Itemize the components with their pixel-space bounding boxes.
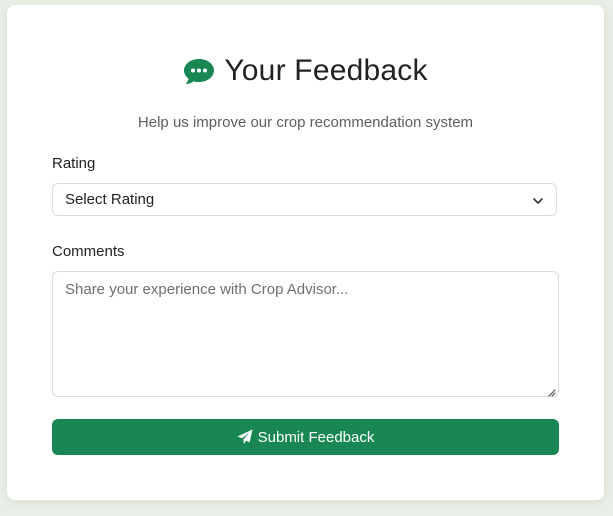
title-row: Your Feedback bbox=[7, 51, 604, 91]
submit-button-label: Submit Feedback bbox=[257, 428, 375, 446]
page-title: Your Feedback bbox=[224, 54, 428, 87]
resize-handle-icon[interactable] bbox=[546, 384, 556, 397]
feedback-card: Your Feedback Help us improve our crop r… bbox=[7, 5, 604, 500]
rating-label: Rating bbox=[52, 155, 96, 172]
submit-feedback-button[interactable]: Submit Feedback bbox=[52, 419, 559, 455]
rating-select-value: Select Rating bbox=[65, 191, 155, 208]
chat-bubble-icon bbox=[183, 57, 215, 85]
comments-placeholder: Share your experience with Crop Advisor.… bbox=[65, 281, 349, 298]
rating-select[interactable]: Select Rating bbox=[52, 183, 557, 216]
paper-plane-icon bbox=[237, 429, 253, 445]
comments-label: Comments bbox=[52, 243, 125, 260]
chevron-down-icon bbox=[532, 194, 544, 206]
comments-textarea[interactable]: Share your experience with Crop Advisor.… bbox=[52, 271, 559, 397]
page-subtitle: Help us improve our crop recommendation … bbox=[137, 114, 474, 131]
